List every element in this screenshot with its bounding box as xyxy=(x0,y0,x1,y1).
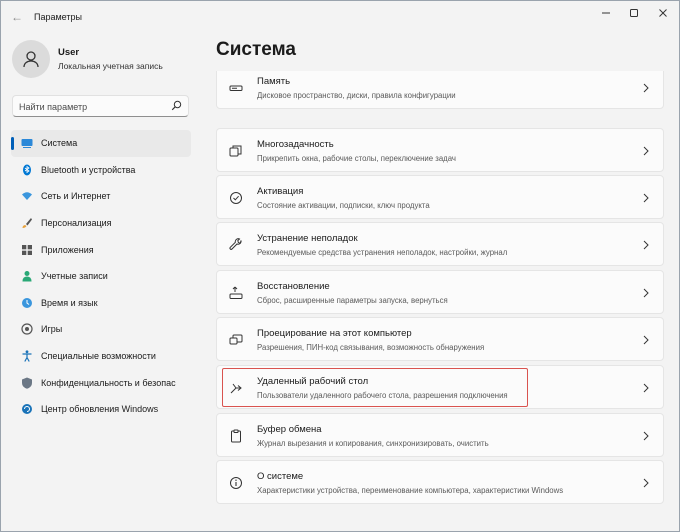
account-type: Локальная учетная запись xyxy=(58,61,163,71)
chevron-right-icon xyxy=(641,429,651,443)
clipboard-icon xyxy=(228,428,244,444)
chevron-right-icon xyxy=(641,333,651,347)
sidebar-item-label: Специальные возможности xyxy=(41,351,156,362)
sidebar-item-gaming[interactable]: Игры xyxy=(11,316,191,343)
gamepad-icon xyxy=(21,323,33,336)
sidebar-nav: Система Bluetooth и устройства Сеть и Ин… xyxy=(11,130,191,423)
sidebar-item-label: Время и язык xyxy=(41,297,98,308)
card-clipboard[interactable]: Буфер обмена Журнал вырезания и копирова… xyxy=(216,413,664,457)
sidebar-item-windows-update[interactable]: Центр обновления Windows xyxy=(11,396,191,423)
sidebar-item-label: Сеть и Интернет xyxy=(41,191,111,202)
maximize-button[interactable] xyxy=(620,5,648,21)
sidebar-item-label: Bluetooth и устройства xyxy=(41,164,136,175)
settings-card-list: Память Дисковое пространство, диски, пра… xyxy=(216,71,664,511)
sidebar-item-accessibility[interactable]: Специальные возможности xyxy=(11,343,191,370)
chevron-right-icon xyxy=(641,81,651,95)
card-description: Журнал вырезания и копирования, синхрони… xyxy=(257,439,489,448)
card-title: О системе xyxy=(257,471,304,482)
card-title: Многозадачность xyxy=(257,139,334,150)
card-description: Состояние активации, подписки, ключ прод… xyxy=(257,201,430,210)
sidebar-item-label: Персонализация xyxy=(41,218,112,229)
sidebar-item-personalization[interactable]: Персонализация xyxy=(11,210,191,237)
page-title: Система xyxy=(216,39,296,60)
bluetooth-icon xyxy=(21,164,33,176)
avatar xyxy=(12,40,50,78)
card-description: Характеристики устройства, переименовани… xyxy=(257,486,564,495)
card-recovery[interactable]: Восстановление Сброс, расширенные параме… xyxy=(216,270,664,314)
card-description: Сброс, расширенные параметры запуска, ве… xyxy=(257,296,448,305)
sidebar-item-time-language[interactable]: Время и язык xyxy=(11,290,191,317)
chevron-right-icon xyxy=(641,238,651,252)
chevron-right-icon xyxy=(641,476,651,490)
chevron-right-icon xyxy=(641,381,651,395)
search-input[interactable] xyxy=(19,99,169,114)
storage-icon xyxy=(228,80,244,96)
sidebar-item-label: Приложения xyxy=(41,244,94,255)
chevron-right-icon xyxy=(641,191,651,205)
user-name: User xyxy=(58,47,80,58)
globe-clock-icon xyxy=(21,297,33,309)
sidebar-item-accounts[interactable]: Учетные записи xyxy=(11,263,191,290)
person-icon xyxy=(23,51,39,68)
settings-window: ← Параметры User Локальная учетная запис… xyxy=(0,0,680,532)
sidebar-item-label: Игры xyxy=(41,324,63,335)
wifi-icon xyxy=(21,190,33,202)
multitasking-icon xyxy=(228,143,244,159)
highlight-frame xyxy=(222,368,528,407)
chevron-right-icon xyxy=(641,144,651,158)
card-title: Восстановление xyxy=(257,281,330,292)
sidebar-item-privacy[interactable]: Конфиденциальность и безопасность xyxy=(11,369,191,396)
monitor-icon xyxy=(21,137,33,149)
projection-icon xyxy=(228,332,244,348)
update-icon xyxy=(21,403,33,415)
shield-icon xyxy=(21,377,33,389)
card-title: Активация xyxy=(257,186,304,197)
card-title: Проецирование на этот компьютер xyxy=(257,328,412,339)
sidebar-item-label: Центр обновления Windows xyxy=(41,404,159,415)
sidebar-item-label: Учетные записи xyxy=(41,271,108,282)
wrench-icon xyxy=(228,237,244,253)
card-title: Память xyxy=(257,76,291,87)
person-icon xyxy=(21,270,33,282)
brush-icon xyxy=(21,217,33,229)
search-box[interactable] xyxy=(12,95,189,117)
chevron-right-icon xyxy=(641,286,651,300)
card-title: Устранение неполадок xyxy=(257,233,358,244)
sidebar-item-network[interactable]: Сеть и Интернет xyxy=(11,183,191,210)
accessibility-icon xyxy=(21,350,33,362)
window-title: Параметры xyxy=(34,12,82,22)
sidebar-item-label: Конфиденциальность и безопасность xyxy=(41,377,176,388)
card-multitasking[interactable]: Многозадачность Прикрепить окна, рабочие… xyxy=(216,128,664,172)
info-icon xyxy=(228,475,244,491)
close-button[interactable] xyxy=(649,5,677,21)
card-description: Прикрепить окна, рабочие столы, переключ… xyxy=(257,154,456,163)
sidebar-item-apps[interactable]: Приложения xyxy=(11,236,191,263)
user-profile[interactable]: User Локальная учетная запись xyxy=(12,40,163,78)
sidebar-item-system[interactable]: Система xyxy=(11,130,191,157)
back-arrow-icon[interactable]: ← xyxy=(9,9,25,25)
card-storage[interactable]: Память Дисковое пространство, диски, пра… xyxy=(216,71,664,109)
sidebar-item-bluetooth[interactable]: Bluetooth и устройства xyxy=(11,157,191,184)
card-title: Буфер обмена xyxy=(257,424,322,435)
minimize-button[interactable] xyxy=(592,5,620,21)
sidebar-item-label: Система xyxy=(41,138,78,149)
card-about[interactable]: О системе Характеристики устройства, пер… xyxy=(216,460,664,504)
card-description: Дисковое пространство, диски, правила ко… xyxy=(257,91,456,100)
apps-icon xyxy=(21,244,33,256)
recovery-icon xyxy=(228,285,244,301)
title-bar: ← Параметры xyxy=(1,1,679,33)
card-description: Рекомендуемые средства устранения непола… xyxy=(257,248,508,257)
card-activation[interactable]: Активация Состояние активации, подписки,… xyxy=(216,175,664,219)
search-icon[interactable] xyxy=(171,100,182,113)
card-troubleshoot[interactable]: Устранение неполадок Рекомендуемые средс… xyxy=(216,222,664,266)
card-projection[interactable]: Проецирование на этот компьютер Разрешен… xyxy=(216,317,664,361)
check-circle-icon xyxy=(228,190,244,206)
card-description: Разрешения, ПИН-код связывания, возможно… xyxy=(257,343,485,352)
